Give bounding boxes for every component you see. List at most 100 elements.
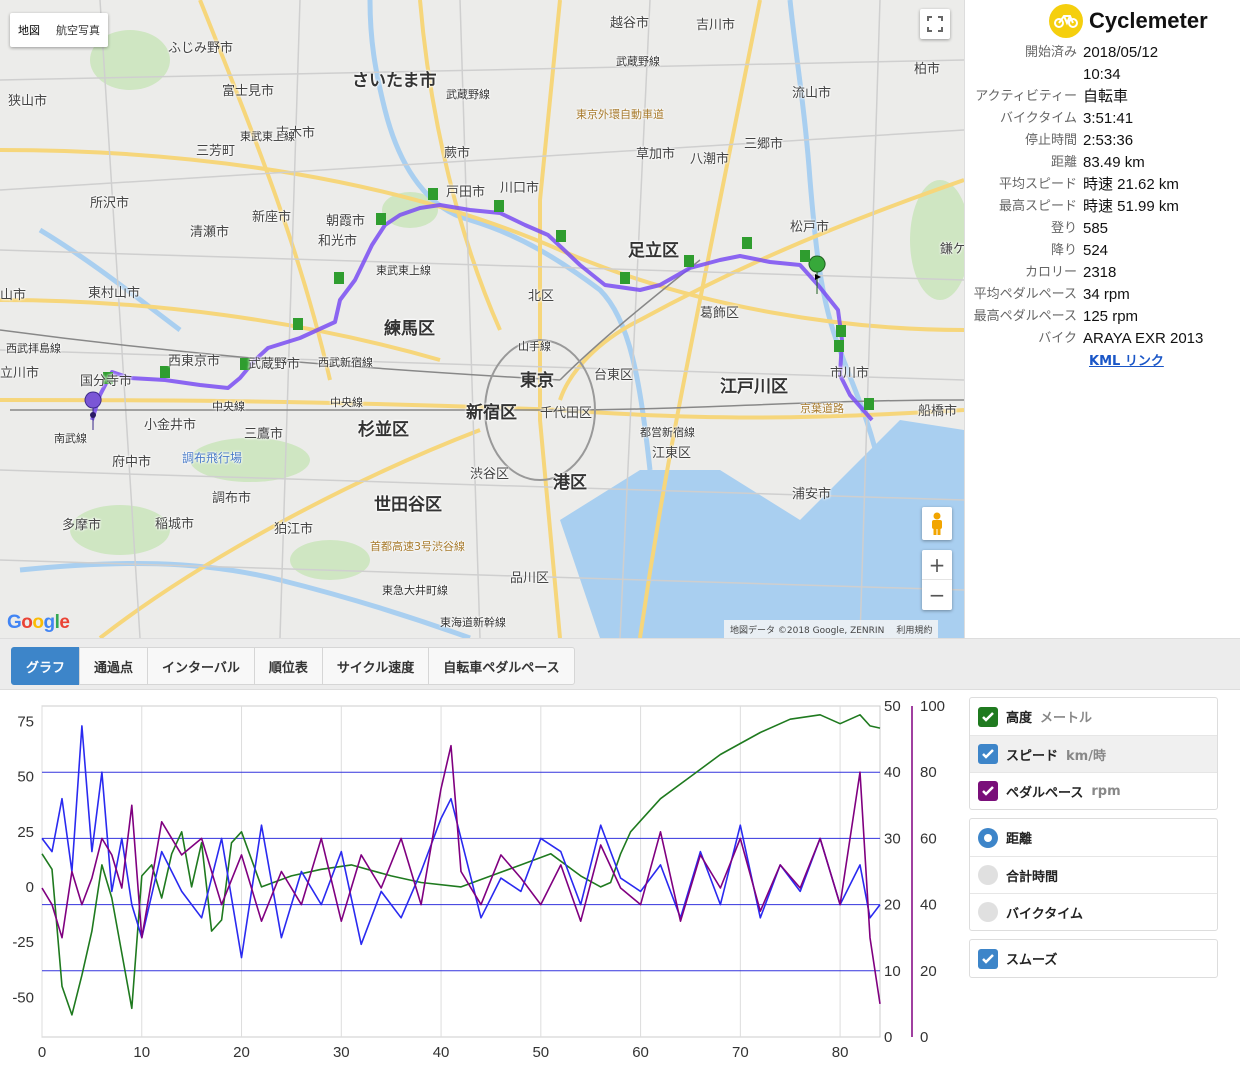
x-axis-distance-option[interactable]: 距離	[970, 819, 1217, 856]
place-label: 新宿区	[466, 403, 517, 423]
smooth-toggle[interactable]: スムーズ	[970, 940, 1217, 977]
place-label: 西東京市	[168, 354, 221, 369]
place-label: 所沢市	[90, 196, 130, 211]
x-tick-label: 0	[38, 1044, 46, 1061]
place-label: 三郷市	[744, 137, 784, 152]
stat-label: 降り	[1050, 243, 1077, 258]
stat-value: 時速 51.99 km	[1083, 198, 1179, 215]
stat-row: 平均ペダルペース 34 rpm	[965, 284, 1255, 306]
x-axis-total-time-option[interactable]: 合計時間	[970, 856, 1217, 893]
stat-row: 登り 585	[965, 218, 1255, 240]
checkbox-checked-icon[interactable]	[978, 781, 998, 801]
rail-label: 武蔵野線	[616, 55, 660, 68]
place-label: 多摩市	[62, 518, 102, 533]
x-tick-label: 50	[532, 1044, 549, 1061]
series-unit: rpm	[1091, 783, 1121, 799]
kml-link[interactable]: KML リンク	[1089, 350, 1255, 374]
tab-ranking[interactable]: 順位表	[253, 647, 323, 685]
stat-row: カロリー 2318	[965, 262, 1255, 284]
map-view[interactable]: さいたま市 足立区 練馬区 東京 新宿区 杉並区 江戸川区 世田谷区 港区 越谷…	[0, 0, 964, 638]
series-unit: km/時	[1066, 748, 1106, 764]
map-type-satellite-button[interactable]: 航空写真	[48, 13, 108, 47]
road-label: 首都高速3号渋谷線	[370, 540, 465, 553]
place-label: 蕨市	[444, 146, 471, 161]
graph-options: 高度 メートル スピード km/時 ペダルペース rpm 距離 合計時間 バイク…	[969, 697, 1218, 986]
place-label: 吉川市	[696, 18, 736, 33]
tab-cycle-speed[interactable]: サイクル速度	[321, 647, 430, 685]
stat-value: 125 rpm	[1083, 308, 1139, 325]
checkbox-checked-icon[interactable]	[978, 948, 998, 969]
option-label: 距離	[1006, 832, 1033, 847]
street-view-button[interactable]	[922, 507, 952, 540]
rail-label: 西武拝島線	[6, 342, 61, 355]
x-tick-label: 20	[233, 1044, 250, 1061]
stat-row: 平均スピード 時速 21.62 km	[965, 174, 1255, 196]
x-tick-label: 10	[133, 1044, 150, 1061]
fullscreen-icon	[927, 16, 943, 32]
x-axis-mode-group: 距離 合計時間 バイクタイム	[969, 818, 1218, 931]
google-logo: Google	[7, 612, 70, 633]
stat-label: アクティビティー	[975, 89, 1077, 104]
place-label: さいたま市	[352, 71, 437, 91]
rail-label: 東海道新幹線	[440, 616, 506, 629]
place-label: 浦安市	[792, 487, 832, 502]
tab-graph[interactable]: グラフ	[11, 647, 81, 685]
tab-waypoints[interactable]: 通過点	[79, 647, 149, 685]
rail-label: 都営新宿線	[640, 426, 695, 439]
place-label: 小金井市	[144, 418, 197, 433]
left-tick-label: 25	[17, 824, 34, 841]
option-label: バイクタイム	[1006, 906, 1083, 922]
place-label: 府中市	[112, 455, 152, 470]
x-axis-bike-time-option[interactable]: バイクタイム	[970, 893, 1217, 930]
stat-label: 停止時間	[1024, 133, 1077, 148]
place-label: 和光市	[318, 234, 358, 249]
checkbox-checked-icon[interactable]	[978, 744, 998, 764]
speed-tick-label: 30	[884, 830, 901, 847]
radio-selected-icon[interactable]	[978, 827, 998, 848]
radio-unselected-icon[interactable]	[978, 902, 998, 922]
place-label: 江戸川区	[720, 377, 788, 397]
stat-row: 最高スピード 時速 51.99 km	[965, 196, 1255, 218]
speed-tick-label: 50	[884, 698, 901, 715]
place-label: 練馬区	[384, 319, 435, 339]
cadence-tick-label: 20	[920, 963, 937, 980]
radio-unselected-icon[interactable]	[978, 865, 998, 885]
stat-value: 2:53:36	[1083, 132, 1134, 149]
rail-label: 南武線	[54, 432, 87, 445]
stat-value: 585	[1083, 220, 1109, 237]
tab-intervals[interactable]: インターバル	[147, 647, 255, 685]
stat-label: 開始済み	[1024, 45, 1077, 60]
series-label: スピード	[1006, 748, 1059, 764]
place-label: 草加市	[636, 147, 676, 162]
stat-row: バイクタイム 3:51:41	[965, 108, 1255, 130]
stat-label: 登り	[1050, 221, 1077, 236]
view-tabs-bar: グラフ 通過点 インターバル 順位表 サイクル速度 自転車ペダルペース	[0, 638, 1240, 690]
series-toggle-altitude[interactable]: 高度 メートル	[970, 698, 1217, 735]
place-label: 江東区	[652, 446, 692, 461]
place-label: 世田谷区	[374, 495, 442, 515]
speed-tick-label: 40	[884, 764, 901, 781]
place-label: 柏市	[914, 62, 941, 77]
map-type-road-button[interactable]: 地図	[10, 13, 48, 47]
stat-label: バイク	[1038, 331, 1077, 346]
series-label: ペダルペース	[1006, 785, 1084, 801]
place-label: 富士見市	[222, 84, 275, 99]
series-toggle-speed[interactable]: スピード km/時	[970, 735, 1217, 772]
series-toggle-cadence[interactable]: ペダルペース rpm	[970, 772, 1217, 809]
stat-label: 距離	[1050, 155, 1077, 170]
tab-pedal-cadence[interactable]: 自転車ペダルペース	[428, 647, 575, 685]
terms-link[interactable]: 利用規約	[896, 623, 932, 636]
place-label: 山市	[0, 288, 27, 303]
rail-label: 中央線	[212, 400, 245, 413]
zoom-in-button[interactable]: +	[922, 550, 952, 580]
place-label: 国分寺市	[80, 374, 133, 389]
place-label: 調布飛行場	[182, 451, 243, 465]
place-label: 北区	[528, 289, 555, 304]
fullscreen-button[interactable]	[920, 9, 950, 39]
ride-summary-panel: Cyclemeter 開始済み 2018/05/12 10:34 アクティビティー 自転…	[964, 0, 1255, 638]
ride-graph[interactable]: 0 10 20 30 40 50 60 70 80 75 50 25 0 -25 -50 50 40 30 20 10…	[0, 690, 960, 1063]
checkbox-checked-icon[interactable]	[978, 706, 998, 727]
zoom-out-button[interactable]: −	[922, 580, 952, 610]
series-label: 高度	[1006, 711, 1033, 726]
rail-label: 武蔵野線	[446, 88, 490, 101]
